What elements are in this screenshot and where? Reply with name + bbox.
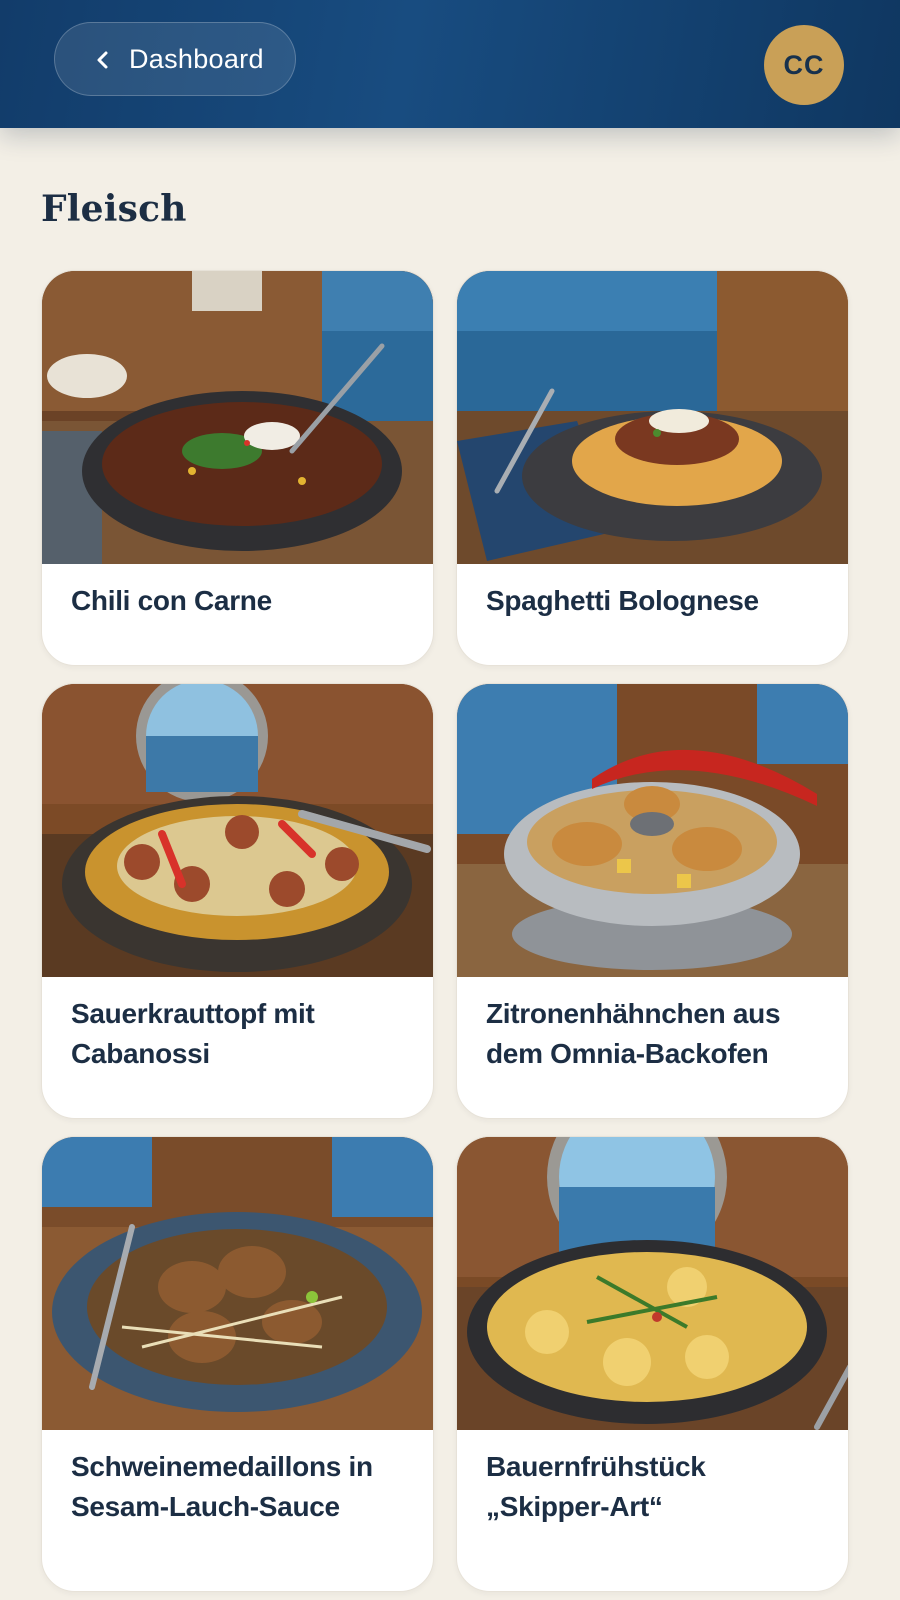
recipe-photo-lemon-chicken	[457, 684, 848, 977]
recipe-photo-chili	[42, 271, 433, 564]
recipe-photo-bolognese	[457, 271, 848, 564]
recipe-title: Schweinemedaillons in Sesam-Lauch-Sauce	[71, 1451, 373, 1522]
recipe-card[interactable]: Sauerkrauttopf mit Cabanossi	[41, 683, 434, 1119]
recipe-photo-sauerkraut	[42, 684, 433, 977]
back-to-dashboard-button[interactable]: Dashboard	[54, 22, 296, 96]
recipe-card[interactable]: Schweinemedaillons in Sesam-Lauch-Sauce	[41, 1136, 434, 1592]
recipe-title: Bauernfrühstück „Skipper-Art“	[486, 1451, 706, 1522]
recipe-title: Spaghetti Bolognese	[486, 585, 759, 616]
user-avatar[interactable]: CC	[764, 25, 844, 105]
recipe-title: Zitronenhähnchen aus dem Omnia-Backofen	[486, 998, 781, 1069]
recipe-card[interactable]: Chili con Carne	[41, 270, 434, 666]
recipe-photo-bauernfruehstueck	[457, 1137, 848, 1430]
recipe-card[interactable]: Bauernfrühstück „Skipper-Art“	[456, 1136, 849, 1592]
app-header: Dashboard CC	[0, 0, 900, 128]
back-button-label: Dashboard	[129, 44, 264, 74]
recipe-card[interactable]: Zitronenhähnchen aus dem Omnia-Backofen	[456, 683, 849, 1119]
recipe-title: Sauerkrauttopf mit Cabanossi	[71, 998, 315, 1069]
chevron-left-icon	[97, 51, 108, 69]
section-title: Fleisch	[41, 188, 187, 230]
recipe-photo-pork-medallions	[42, 1137, 433, 1430]
recipe-card[interactable]: Spaghetti Bolognese	[456, 270, 849, 666]
recipe-title: Chili con Carne	[71, 585, 272, 616]
